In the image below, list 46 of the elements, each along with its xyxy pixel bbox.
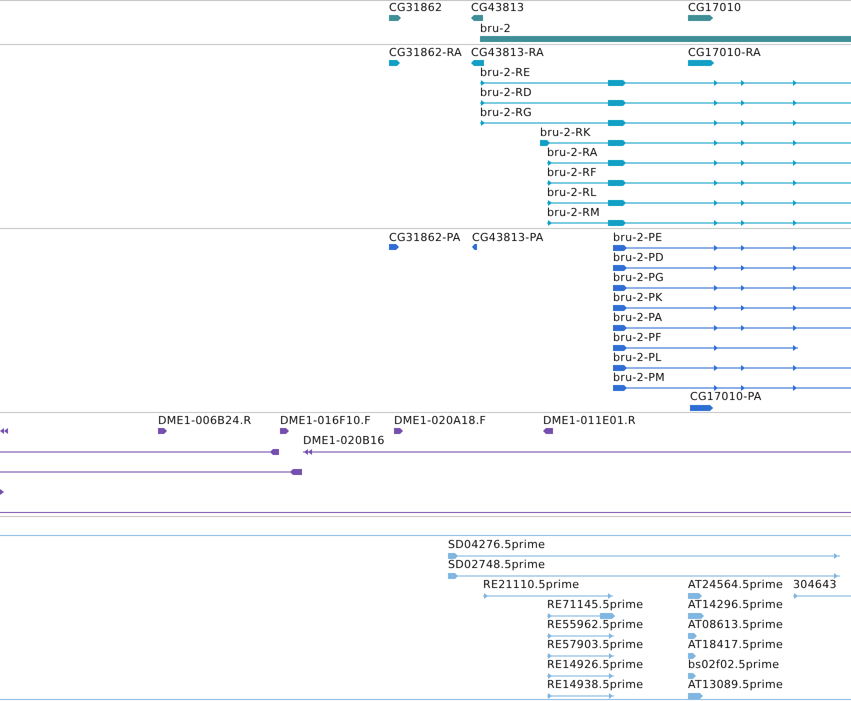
feature-label: bru-2-RM — [547, 207, 600, 219]
feature-label: bs02f02.5prime — [688, 659, 780, 671]
feature-label: CG43813-PA — [472, 232, 544, 244]
feature-label: AT14296.5prime — [688, 599, 784, 611]
feature-label: bru-2-PG — [613, 272, 664, 284]
feature-label: AT13089.5prime — [688, 679, 784, 691]
feature-label: CG17010-RA — [688, 47, 761, 59]
feature-label: DME1-006B24.R — [158, 415, 252, 427]
feature-label: bru-2-RA — [547, 147, 598, 159]
feature-label: CG31862-PA — [389, 232, 461, 244]
feature-label: bru-2 — [480, 23, 511, 35]
feature-label: bru-2-RL — [547, 187, 597, 199]
feature-label: bru-2-RK — [540, 127, 591, 139]
feature-label: CG17010 — [688, 2, 742, 14]
feature-label: CG17010-PA — [690, 391, 762, 403]
feature-label: bru-2-RE — [480, 67, 530, 79]
feature-label: bru-2-PA — [613, 312, 662, 324]
feature-label: AT24564.5prime — [688, 579, 784, 591]
feature-label: SD04276.5prime — [448, 539, 546, 551]
feature-label: 304643 — [793, 579, 837, 591]
feature-label: CG31862-RA — [389, 47, 462, 59]
feature-label: bru-2-PK — [613, 292, 663, 304]
feature-label: RE14938.5prime — [547, 679, 644, 691]
feature-label: RE55962.5prime — [547, 619, 644, 631]
feature-label: SD02748.5prime — [448, 559, 546, 571]
feature-label: bru-2-PE — [613, 232, 662, 244]
feature-label: bru-2-PD — [613, 252, 664, 264]
feature-label: bru-2-RD — [480, 87, 532, 99]
feature-label: bru-2-PL — [613, 352, 662, 364]
feature-label: RE14926.5prime — [547, 659, 644, 671]
feature-label: CG43813-RA — [471, 47, 544, 59]
feature-label: RE21110.5prime — [483, 579, 580, 591]
feature-label: DME1-011E01.R — [543, 415, 636, 427]
feature-label: AT08613.5prime — [688, 619, 784, 631]
feature-label: AT18417.5prime — [688, 639, 784, 651]
feature-label: RE71145.5prime — [547, 599, 644, 611]
feature-label: CG31862 — [389, 2, 442, 14]
feature-label: CG43813 — [471, 2, 524, 14]
feature-label: DME1-020A18.F — [394, 415, 486, 427]
feature-label: DME1-020B16 — [303, 435, 385, 447]
feature-label: bru-2-RG — [480, 107, 532, 119]
feature-label: bru-2-RF — [547, 167, 597, 179]
feature-label: bru-2-PM — [613, 372, 665, 384]
feature-label: RE57903.5prime — [547, 639, 644, 651]
feature-label: DME1-016F10.F — [280, 415, 371, 427]
feature-label: bru-2-PF — [613, 332, 662, 344]
